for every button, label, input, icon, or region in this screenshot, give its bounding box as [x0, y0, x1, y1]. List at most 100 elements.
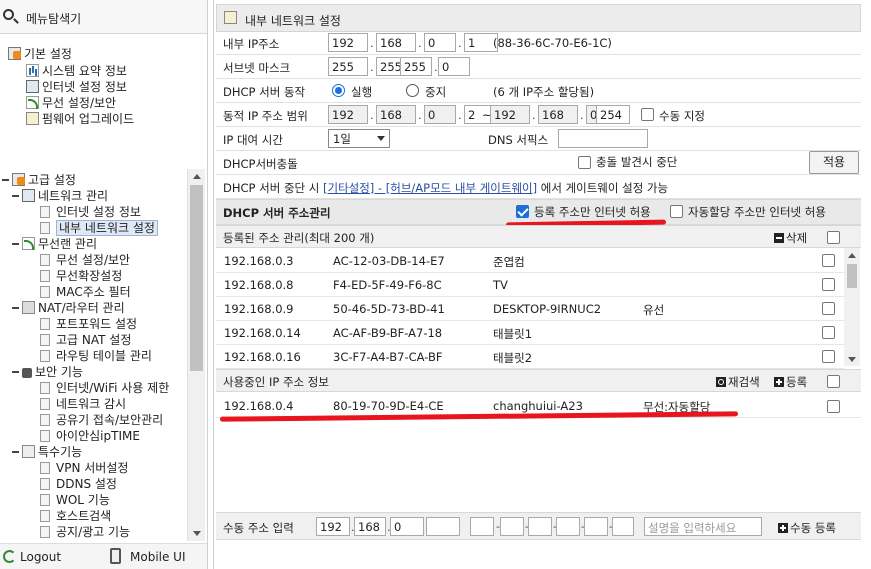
tree-item-wireless-setting[interactable]: 무선 설정/보안	[40, 251, 130, 268]
tree-item-advanced-nat[interactable]: 고급 NAT 설정	[40, 331, 131, 348]
page-icon	[40, 462, 50, 474]
tree-item-ddns[interactable]: DDNS 설정	[40, 475, 117, 492]
register-button[interactable]: 등록	[774, 374, 807, 390]
tree-item-network-monitor[interactable]: 네트워크 감시	[40, 395, 126, 412]
scrollbar-thumb[interactable]	[847, 264, 857, 288]
tree-item-firmware[interactable]: 펌웨어 업그레이드	[26, 110, 134, 127]
range-start-octet-1[interactable]: 192	[328, 105, 368, 124]
manual-mac-5[interactable]	[584, 517, 608, 536]
scroll-down-icon[interactable]	[848, 357, 856, 362]
internal-ip-octet-2[interactable]: 168	[376, 33, 416, 52]
internal-ip-octet-1[interactable]: 192	[328, 33, 368, 52]
manual-ip-octet-3[interactable]: 0	[390, 517, 424, 536]
subnet-octet-4[interactable]: 0	[438, 57, 470, 76]
tree-item-wireless-security[interactable]: 무선 설정/보안	[26, 94, 116, 111]
tree-basic-settings[interactable]: 기본 설정	[8, 45, 72, 62]
tree-item-host-search[interactable]: 호스트검색	[40, 507, 111, 524]
page-icon	[40, 414, 50, 426]
select-all-in-use-checkbox[interactable]	[827, 375, 840, 388]
apply-button[interactable]: 적용	[809, 151, 859, 174]
tree-security[interactable]: 보안 기능	[12, 363, 83, 380]
row-mac: 3C-F7-A4-B7-CA-BF	[333, 350, 443, 364]
dns-suffix-input[interactable]	[558, 129, 648, 148]
row-checkbox[interactable]	[822, 278, 835, 291]
tree-wireless-management[interactable]: 무선랜 관리	[12, 235, 97, 252]
tree-item-mac-filter[interactable]: MAC주소 필터	[40, 283, 131, 300]
row-checkbox[interactable]	[822, 302, 835, 315]
manual-mac-4[interactable]	[556, 517, 580, 536]
row-ip: 192.168.0.14	[224, 326, 301, 340]
row-checkbox[interactable]	[827, 400, 840, 413]
auto-only-checkbox[interactable]	[670, 205, 683, 218]
rescan-button[interactable]: 재검색	[716, 374, 760, 390]
tree-item-system-summary[interactable]: 시스템 요약 정보	[26, 62, 127, 79]
row-checkbox[interactable]	[822, 326, 835, 339]
tree-item-internet-info[interactable]: 인터넷 설정 정보	[26, 78, 127, 95]
subnet-octet-3[interactable]: 255	[400, 57, 432, 76]
tree-item-internal-network[interactable]: 내부 네트워크 설정	[40, 219, 158, 236]
mobile-ui-link[interactable]: Mobile UI	[130, 550, 186, 564]
tree-item-notice-ad[interactable]: 공지/광고 기능	[40, 523, 130, 540]
range-end-octet-2[interactable]: 168	[538, 105, 578, 124]
mobile-icon[interactable]	[110, 548, 121, 564]
manual-ip-octet-2[interactable]: 168	[354, 517, 386, 536]
router-mac-text: (88-36-6C-70-E6-1C)	[493, 36, 612, 50]
range-end-octet-4[interactable]: 254	[596, 105, 630, 124]
tree-item-access-limit[interactable]: 인터넷/WiFi 사용 제한	[40, 379, 169, 396]
gateway-settings-link[interactable]: [기타설정] - [허브/AP모드 내부 게이트웨이]	[323, 181, 537, 195]
select-all-registered-checkbox[interactable]	[827, 231, 840, 244]
manual-ip-octet-1[interactable]: 192	[316, 517, 350, 536]
row-checkbox[interactable]	[822, 254, 835, 267]
in-use-list-header: 사용중인 IP 주소 정보 재검색 등록	[216, 369, 861, 392]
scroll-up-icon[interactable]	[193, 174, 201, 179]
collapse-icon	[12, 195, 19, 197]
dhcp-run-radio[interactable]	[332, 84, 345, 97]
range-start-octet-3[interactable]: 0	[424, 105, 456, 124]
registered-only-checkbox[interactable]	[516, 205, 529, 218]
page-icon	[40, 398, 50, 410]
manual-mac-2[interactable]	[500, 517, 524, 536]
row-mac: 50-46-5D-73-BD-41	[333, 302, 445, 316]
range-start-octet-2[interactable]: 168	[376, 105, 416, 124]
manual-assign-checkbox[interactable]	[641, 108, 654, 121]
tree-item-internet-setting[interactable]: 인터넷 설정 정보	[40, 203, 141, 220]
range-end-octet-1[interactable]: 192	[490, 105, 530, 124]
dhcp-stop-radio[interactable]	[406, 84, 419, 97]
tree-item-router-security[interactable]: 공유기 접속/보안관리	[40, 411, 163, 428]
tree-item-routing-table[interactable]: 라우팅 테이블 관리	[40, 347, 152, 364]
conflict-stop-checkbox[interactable]	[578, 156, 591, 169]
scroll-down-icon[interactable]	[193, 531, 201, 536]
tree-special[interactable]: 특수기능	[12, 443, 82, 460]
tree-network-management[interactable]: 네트워크 관리	[12, 187, 108, 204]
tree-item-wol[interactable]: WOL 기능	[40, 491, 110, 508]
tree-advanced-settings[interactable]: 고급 설정	[2, 171, 76, 188]
sidebar-scrollbar[interactable]	[187, 169, 205, 541]
tree-item-wireless-extension[interactable]: 무선확장설정	[40, 267, 122, 284]
tree-item-iptime-safe[interactable]: 아이안심ipTIME	[40, 427, 140, 444]
tree-label: WOL 기능	[56, 493, 110, 507]
registered-list-scrollbar[interactable]	[844, 248, 860, 366]
tree-item-vpn[interactable]: VPN 서버설정	[40, 459, 128, 476]
tree-nat-router[interactable]: NAT/라우터 관리	[12, 299, 125, 316]
range-label: 동적 IP 주소 범위	[223, 109, 308, 123]
scroll-up-icon[interactable]	[848, 253, 856, 258]
scrollbar-thumb[interactable]	[190, 185, 203, 371]
internal-ip-octet-3[interactable]: 0	[424, 33, 456, 52]
manual-mac-1[interactable]	[470, 517, 494, 536]
tree-label: 무선 설정/보안	[56, 253, 131, 267]
subnet-octet-1[interactable]: 255	[328, 57, 368, 76]
lease-time-select[interactable]: 1일	[328, 129, 390, 148]
logout-link[interactable]: Logout	[20, 550, 61, 564]
stop-note-suffix: 에서 게이트웨이 설정 가능	[537, 181, 669, 195]
manual-description-input[interactable]: 설명을 입력하세요	[644, 517, 762, 536]
manual-mac-3[interactable]	[528, 517, 552, 536]
manual-ip-octet-4[interactable]	[426, 517, 460, 536]
delete-button[interactable]: 삭제	[774, 230, 807, 246]
tree-item-port-forward[interactable]: 포트포워드 설정	[40, 315, 137, 332]
manual-register-button[interactable]: 수동 등록	[778, 520, 836, 536]
manual-mac-6[interactable]	[612, 517, 634, 536]
tree-label: 인터넷/WiFi 사용 제한	[56, 381, 170, 395]
logout-icon[interactable]	[3, 550, 16, 563]
row-checkbox[interactable]	[822, 350, 835, 363]
row-device-name: 태블릿2	[493, 351, 533, 365]
